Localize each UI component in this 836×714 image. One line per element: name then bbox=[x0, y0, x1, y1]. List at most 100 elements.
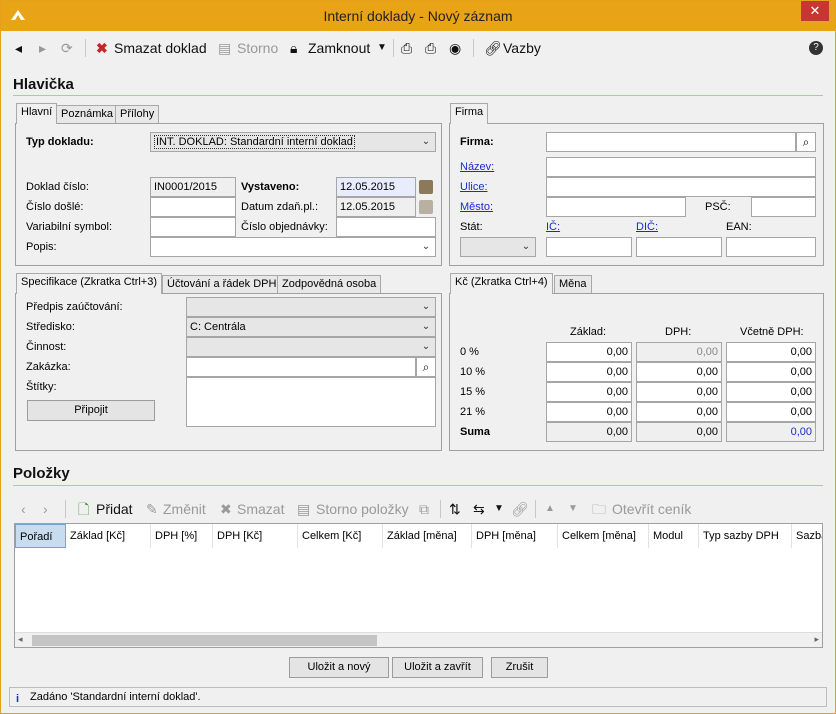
delete-item-button[interactable]: Smazat bbox=[237, 500, 284, 518]
city-label[interactable]: Město: bbox=[460, 201, 493, 213]
ean-field[interactable] bbox=[726, 237, 816, 257]
vat-total-field[interactable]: 0,00 bbox=[726, 342, 816, 362]
job-field[interactable] bbox=[186, 357, 416, 377]
lock-button[interactable]: Zamknout bbox=[308, 39, 370, 57]
name-field[interactable] bbox=[546, 157, 816, 177]
save-new-button[interactable]: Uložit a nový bbox=[289, 657, 389, 678]
column-header[interactable]: Celkem [měna] bbox=[558, 524, 649, 548]
swap-icon[interactable]: ⇆ bbox=[473, 500, 485, 518]
move-down-icon[interactable]: ▼ bbox=[568, 500, 578, 518]
open-pricelist-button[interactable]: Otevřít ceník bbox=[612, 500, 691, 518]
column-header[interactable]: Pořadí bbox=[15, 524, 66, 548]
doc-num-field[interactable]: IN0001/2015 bbox=[150, 177, 236, 197]
dic-field[interactable] bbox=[636, 237, 722, 257]
column-header[interactable]: DPH [%] bbox=[151, 524, 213, 548]
tab-note[interactable]: Poznámka bbox=[56, 105, 118, 124]
activity-select[interactable]: ⌄ bbox=[186, 337, 436, 357]
refresh-icon[interactable]: ⟳ bbox=[61, 39, 73, 57]
vat-sum-label: Suma bbox=[460, 426, 490, 438]
search-icon[interactable]: ⌕ bbox=[796, 132, 816, 152]
tags-field[interactable] bbox=[186, 377, 436, 427]
zip-field[interactable] bbox=[751, 197, 816, 217]
sort-icon[interactable]: ⇅ bbox=[449, 500, 461, 518]
print-preview-icon[interactable]: ⎙ bbox=[425, 39, 436, 57]
cancel-button[interactable]: Zrušit bbox=[491, 657, 548, 678]
tab-currency[interactable]: Měna bbox=[554, 275, 592, 294]
column-header[interactable]: Modul bbox=[649, 524, 699, 548]
forward-icon[interactable]: ▸ bbox=[39, 39, 46, 57]
column-header[interactable]: DPH [měna] bbox=[472, 524, 558, 548]
column-header[interactable]: Sazba bbox=[792, 524, 822, 548]
lock-dropdown-icon[interactable]: ▼ bbox=[377, 39, 387, 57]
vat-total-field[interactable]: 0,00 bbox=[726, 382, 816, 402]
vat-total-field[interactable]: 0,00 bbox=[726, 402, 816, 422]
tab-firm[interactable]: Firma bbox=[450, 103, 489, 124]
link-icon[interactable]: 🔗︎ bbox=[511, 500, 529, 518]
vat-base-field[interactable]: 0,00 bbox=[546, 342, 632, 362]
save-close-button[interactable]: Uložit a zavřít bbox=[392, 657, 483, 678]
prescript-select[interactable]: ⌄ bbox=[186, 297, 436, 317]
search-icon[interactable]: ⌕ bbox=[416, 357, 436, 377]
back-icon[interactable]: ◂ bbox=[15, 39, 22, 57]
street-label[interactable]: Ulice: bbox=[460, 181, 488, 193]
ic-label[interactable]: IČ: bbox=[546, 221, 560, 233]
tab-specification[interactable]: Specifikace (Zkratka Ctrl+3) bbox=[16, 273, 163, 294]
zip-label: PSČ: bbox=[705, 201, 731, 213]
horizontal-scrollbar[interactable]: ◂ ▸ bbox=[15, 632, 822, 647]
city-field[interactable] bbox=[546, 197, 686, 217]
tab-main[interactable]: Hlavní bbox=[16, 103, 58, 124]
column-header[interactable]: Celkem [Kč] bbox=[298, 524, 383, 548]
description-field[interactable]: ⌄ bbox=[150, 237, 436, 257]
vat-vat-field[interactable]: 0,00 bbox=[636, 382, 722, 402]
issued-field[interactable]: 12.05.2015 bbox=[336, 177, 416, 197]
var-symbol-field[interactable] bbox=[150, 217, 236, 237]
column-header[interactable]: Typ sazby DPH bbox=[699, 524, 792, 548]
vat-base-field[interactable]: 0,00 bbox=[546, 382, 632, 402]
help-icon[interactable]: ? bbox=[809, 41, 823, 55]
copy-icon[interactable]: ⧉ bbox=[419, 500, 429, 518]
street-field[interactable] bbox=[546, 177, 816, 197]
vat-total-field[interactable]: 0,00 bbox=[726, 362, 816, 382]
edit-item-button[interactable]: Změnit bbox=[163, 500, 206, 518]
firm-label: Firma: bbox=[460, 136, 494, 148]
close-button[interactable]: ✕ bbox=[801, 1, 829, 21]
tax-date-label: Datum zdaň.pl.: bbox=[241, 201, 319, 213]
vat-base-field[interactable]: 0,00 bbox=[546, 402, 632, 422]
name-label[interactable]: Název: bbox=[460, 161, 494, 173]
column-header[interactable]: Základ [měna] bbox=[383, 524, 472, 548]
vat-vat-field[interactable]: 0,00 bbox=[636, 402, 722, 422]
calendar-icon[interactable] bbox=[419, 180, 433, 194]
add-item-button[interactable]: Přidat bbox=[96, 500, 133, 518]
attach-button[interactable]: Připojit bbox=[27, 400, 155, 421]
print-icon[interactable]: ⎙ bbox=[401, 39, 412, 57]
tab-responsible[interactable]: Zodpovědná osoba bbox=[277, 275, 382, 294]
delete-doc-button[interactable]: Smazat doklad bbox=[114, 39, 207, 57]
tab-accounting[interactable]: Účtování a řádek DPH bbox=[162, 275, 282, 294]
state-select[interactable]: ⌄ bbox=[460, 237, 536, 257]
column-header[interactable]: DPH [Kč] bbox=[213, 524, 298, 548]
vat-base-field[interactable]: 0,00 bbox=[546, 362, 632, 382]
next-icon[interactable]: › bbox=[43, 500, 48, 518]
doc-type-select[interactable]: INT. DOKLAD: Standardní interní doklad ⌄ bbox=[150, 132, 436, 152]
order-num-field[interactable] bbox=[336, 217, 436, 237]
recv-num-field[interactable] bbox=[150, 197, 236, 217]
chevron-down-icon: ⌄ bbox=[421, 341, 431, 352]
window-title: Interní doklady - Nový záznam bbox=[323, 8, 513, 24]
vat-vat-field[interactable]: 0,00 bbox=[636, 362, 722, 382]
view-icon[interactable]: ◉ bbox=[449, 39, 461, 57]
tab-attachments[interactable]: Přílohy bbox=[115, 105, 160, 124]
swap-dropdown-icon[interactable]: ▼ bbox=[494, 500, 504, 518]
dic-label[interactable]: DIČ: bbox=[636, 221, 658, 233]
column-header[interactable]: Základ [Kč] bbox=[66, 524, 151, 548]
prev-icon[interactable]: ‹ bbox=[21, 500, 26, 518]
links-button[interactable]: Vazby bbox=[503, 39, 541, 57]
center-select[interactable]: C: Centrála ⌄ bbox=[186, 317, 436, 337]
move-up-icon[interactable]: ▲ bbox=[545, 500, 555, 518]
tab-czk[interactable]: Kč (Zkratka Ctrl+4) bbox=[450, 273, 553, 294]
tax-date-field[interactable]: 12.05.2015 bbox=[336, 197, 416, 217]
firm-field[interactable] bbox=[546, 132, 796, 152]
storno-button[interactable]: Storno bbox=[237, 39, 278, 57]
ic-field[interactable] bbox=[546, 237, 632, 257]
scrollbar-thumb bbox=[32, 635, 377, 646]
storno-items-button[interactable]: Storno položky bbox=[316, 500, 409, 518]
